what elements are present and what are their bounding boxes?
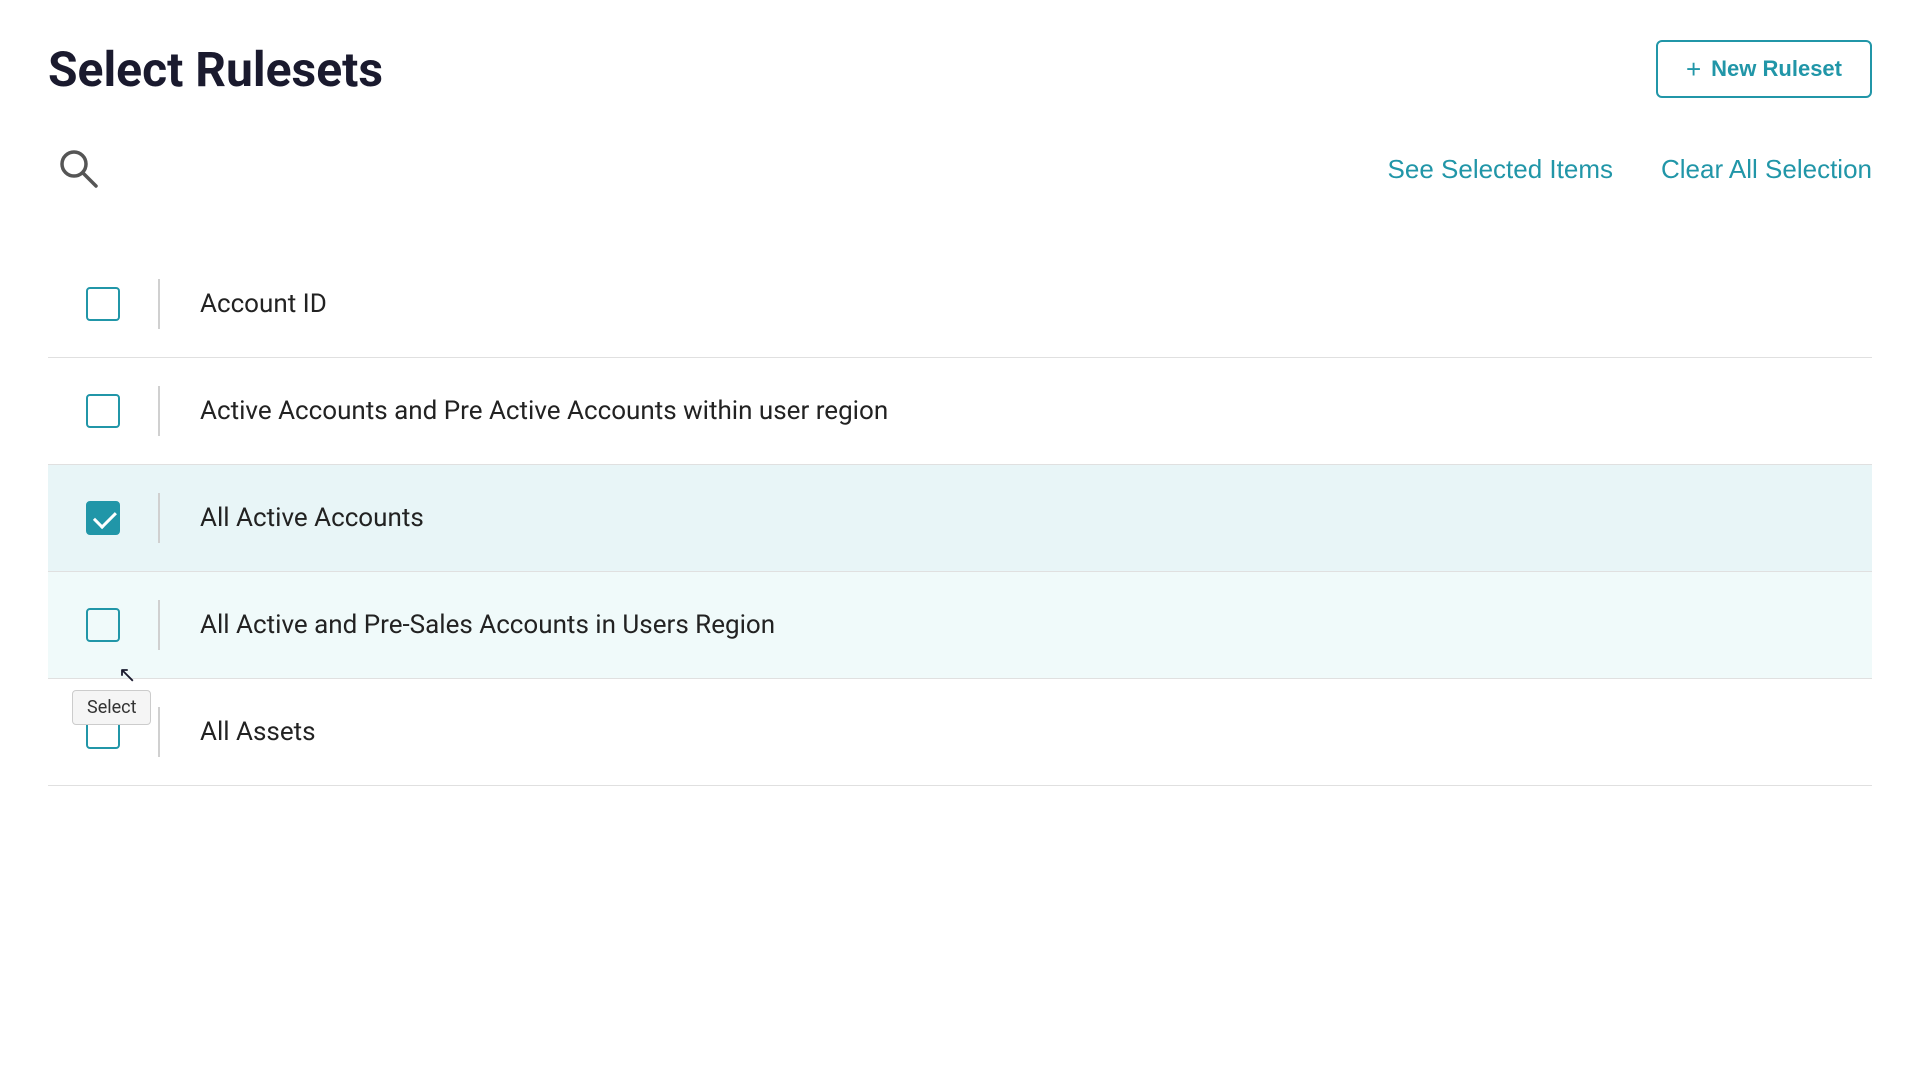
list-item-wrapper: All Assets [48,679,1872,786]
list-item-wrapper: All Active and Pre-Sales Accounts in Use… [48,572,1872,679]
checkbox-item-5[interactable] [86,715,120,749]
checkbox-cell [48,287,158,321]
page-title: Select Rulesets [48,41,383,98]
list-item-wrapper: Active Accounts and Pre Active Accounts … [48,358,1872,465]
ruleset-label: All Active Accounts [160,503,424,533]
search-button[interactable] [48,138,108,201]
toolbar-actions: See Selected Items Clear All Selection [1388,154,1872,185]
search-icon [56,146,100,190]
ruleset-list: Account ID Active Accounts and Pre Active… [48,251,1872,786]
list-item: All Active and Pre-Sales Accounts in Use… [48,572,1872,679]
ruleset-label: All Active and Pre-Sales Accounts in Use… [160,610,775,640]
list-item-wrapper: All Active Accounts [48,465,1872,572]
ruleset-label: Account ID [160,289,327,319]
header-row: Select Rulesets + New Ruleset [48,40,1872,98]
list-item: All Active Accounts [48,465,1872,572]
list-item: Account ID [48,251,1872,358]
clear-all-button[interactable]: Clear All Selection [1661,154,1872,185]
ruleset-label: All Assets [160,717,316,747]
page-container: Select Rulesets + New Ruleset See Select… [0,0,1920,826]
plus-icon: + [1686,56,1701,82]
new-ruleset-label: New Ruleset [1711,56,1842,82]
see-selected-button[interactable]: See Selected Items [1388,154,1613,185]
checkbox-item-2[interactable] [86,394,120,428]
list-item-wrapper: Account ID [48,251,1872,358]
checkbox-item-1[interactable] [86,287,120,321]
new-ruleset-button[interactable]: + New Ruleset [1656,40,1872,98]
checkbox-item-3[interactable] [86,501,120,535]
checkbox-cell [48,394,158,428]
list-item: Active Accounts and Pre Active Accounts … [48,358,1872,465]
checkbox-cell [48,715,158,749]
checkbox-item-4[interactable] [86,608,120,642]
checkbox-cell [48,608,158,642]
checkbox-cell [48,501,158,535]
list-item: All Assets [48,679,1872,786]
toolbar-row: See Selected Items Clear All Selection [48,138,1872,201]
ruleset-label: Active Accounts and Pre Active Accounts … [160,396,888,426]
